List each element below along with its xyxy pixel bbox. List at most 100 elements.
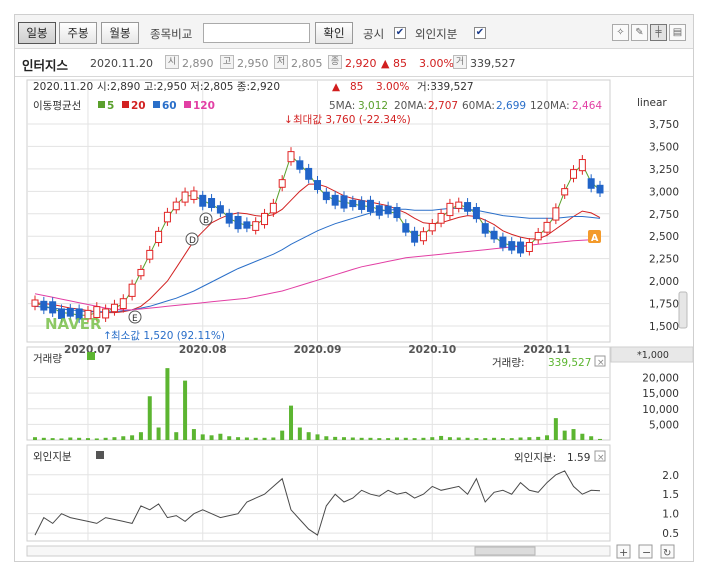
foreign-tick-label: 2.0: [662, 470, 679, 482]
volume-bar: [589, 436, 594, 440]
volume-bar: [545, 435, 550, 440]
candle-body: [208, 198, 216, 208]
candle-body: [128, 283, 136, 297]
foreign-value-label: 외인지분:: [514, 452, 556, 464]
volume-bar: [200, 434, 205, 440]
price-tick-label: 3,500: [649, 141, 679, 153]
volume-bar: [130, 435, 135, 440]
candle-body: [508, 241, 516, 251]
volume-tick-label: 15,000: [642, 388, 679, 400]
max-annotation: 최대값 3,760 (-22.34%): [293, 114, 411, 126]
low-tag: 저: [274, 55, 288, 69]
ma20-value-label: 20MA:: [394, 100, 427, 112]
price-tick-label: 3,750: [649, 119, 679, 131]
lightbulb-icon[interactable]: ✧: [612, 24, 629, 41]
volume-bar: [253, 437, 258, 440]
volume-bar: [94, 438, 99, 440]
disclosure-checkbox[interactable]: ✔: [394, 27, 406, 39]
candle-body: [419, 231, 427, 242]
volume-bar: [174, 432, 179, 440]
price-tick-label: 2,250: [649, 254, 679, 266]
volume-bar: [262, 437, 267, 440]
candle-body: [49, 301, 57, 314]
volume-bar: [465, 437, 470, 440]
chart-type-icon[interactable]: ╪: [650, 24, 667, 41]
volume-tick-label: 5,000: [649, 419, 679, 431]
ma5-value: 3,012: [358, 100, 388, 112]
candle-body: [102, 308, 110, 319]
candle-body: [578, 159, 586, 172]
candle-body: [305, 167, 313, 180]
volume-bar: [236, 437, 241, 440]
foreign-close-glyph: ×: [597, 453, 605, 463]
candle-body: [163, 211, 171, 223]
quote-date: 2020.11.20: [90, 57, 153, 70]
compare-input[interactable]: [203, 23, 310, 43]
volume-bar: [183, 380, 188, 440]
volume-bar: [368, 437, 373, 440]
ma-legend-title: 이동평균선: [33, 100, 81, 112]
print-icon[interactable]: ▤: [669, 24, 686, 41]
volume-bar: [289, 405, 294, 440]
price-tick-label: 3,250: [649, 164, 679, 176]
legend-ohlc: 시:2,890 고:2,950 저:2,805 종:2,920: [97, 81, 280, 93]
open-tag: 시: [165, 55, 179, 69]
candle-body: [199, 194, 207, 207]
ma120-swatch: [184, 101, 191, 108]
volume-bar: [483, 438, 488, 440]
x-tick-label: 2020.08: [179, 344, 227, 356]
weekly-period-button[interactable]: 주봉: [59, 22, 97, 44]
foreign-checkbox[interactable]: ✔: [474, 27, 486, 39]
panel-resize-handle[interactable]: [678, 291, 688, 329]
naver-watermark: NAVER: [45, 315, 102, 333]
scroll-thumb[interactable]: [474, 546, 536, 556]
volume-bar: [33, 437, 37, 440]
volume-bar: [103, 437, 108, 440]
alert-marker-label: A: [591, 233, 599, 244]
change-pct: 3.00%: [419, 57, 454, 70]
ma20-legend: 20: [131, 100, 146, 112]
max-arrow: ↓: [284, 114, 293, 126]
volume-bar: [324, 436, 329, 440]
volume-bar: [518, 437, 523, 440]
candle-body: [543, 221, 551, 233]
volume-bar: [598, 438, 602, 440]
foreign-label: 외인지분: [415, 27, 458, 41]
candle-body: [155, 230, 163, 244]
candle-body: [31, 299, 39, 307]
candle-body: [261, 212, 269, 226]
volume-bar: [85, 438, 90, 440]
candle-body: [534, 231, 542, 241]
candle-body: [428, 222, 436, 232]
volume-bar: [474, 438, 479, 440]
candle-body: [269, 202, 277, 214]
confirm-button[interactable]: 확인: [315, 22, 353, 44]
high-tag: 고: [220, 55, 234, 69]
foreign-swatch: [96, 451, 104, 459]
ma120-value-label: 120MA:: [530, 100, 570, 112]
volume-title: 거래량: [33, 353, 62, 365]
candle-body: [596, 184, 604, 194]
pencil-icon[interactable]: ✎: [631, 24, 648, 41]
candle-body: [340, 195, 348, 209]
candle-body: [234, 215, 242, 230]
candle-body: [570, 169, 578, 179]
volume-bar: [68, 437, 73, 440]
monthly-period-button[interactable]: 월봉: [101, 22, 139, 44]
volume-swatch: [87, 352, 95, 360]
volume-bar: [112, 437, 117, 440]
candle-body: [146, 249, 154, 260]
x-tick-label: 2020.09: [294, 344, 342, 356]
volume-bar: [147, 396, 152, 440]
close-tag: 종: [328, 55, 342, 69]
ma5-swatch: [98, 101, 105, 108]
price-tick-label: 2,000: [649, 276, 679, 288]
candle-body: [490, 230, 498, 240]
volume-bar: [59, 438, 64, 440]
volume-bar: [421, 437, 426, 440]
volume-bar: [227, 436, 232, 440]
daily-period-button[interactable]: 일봉: [18, 22, 56, 44]
candle-body: [446, 202, 454, 217]
scale-label[interactable]: linear: [637, 97, 667, 109]
volume-bar: [359, 437, 364, 440]
